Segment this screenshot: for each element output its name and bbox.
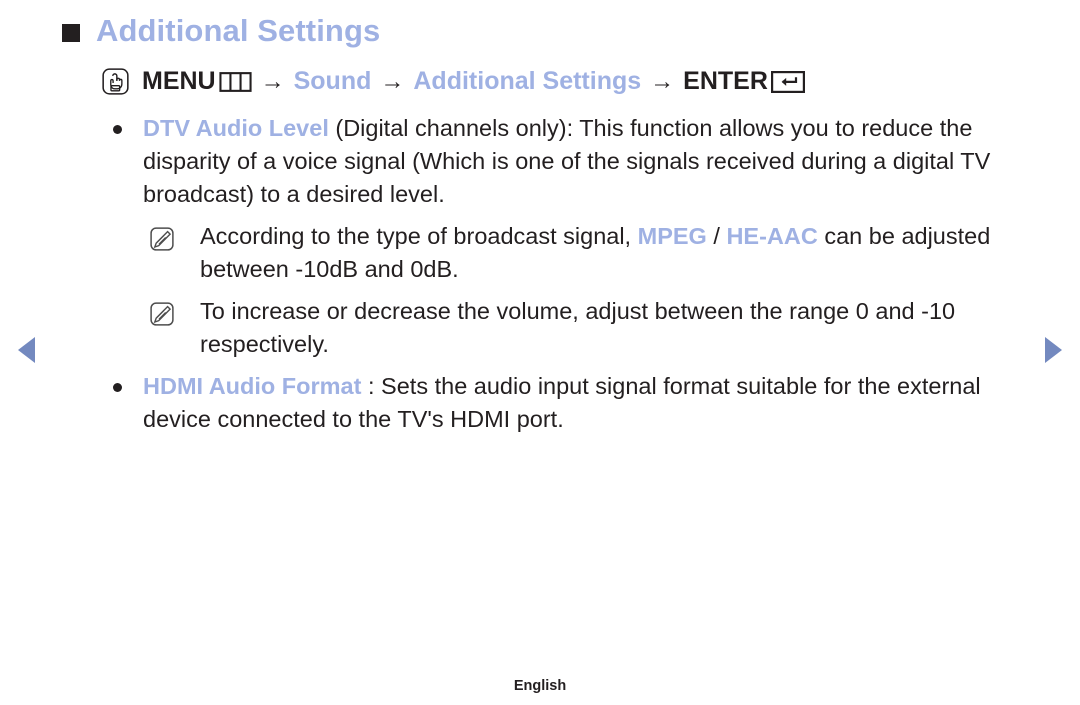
bullet-paragraph: DTV Audio Level (Digital channels only):… <box>143 112 1024 211</box>
list-item: According to the type of broadcast signa… <box>0 220 1080 286</box>
path-arrow-2: → <box>380 67 405 95</box>
page-title: Additional Settings <box>96 13 381 48</box>
term-label: DTV Audio Level <box>143 115 329 141</box>
term-label: HDMI Audio Format <box>143 373 362 399</box>
bullet-dot-icon <box>113 125 122 134</box>
footer-language-label: English <box>513 678 567 694</box>
next-page-arrow-icon[interactable] <box>1045 337 1062 363</box>
note-pencil-icon <box>150 302 174 326</box>
enter-label: ENTER <box>683 67 768 95</box>
remote-touch-icon <box>102 68 142 95</box>
list-item: HDMI Audio Format : Sets the audio input… <box>0 370 1080 436</box>
page-title-row: Additional Settings <box>62 13 381 48</box>
note-text-pre: To increase or decrease the volume, adju… <box>200 298 956 357</box>
path-item-additional-settings: Additional Settings <box>413 67 642 95</box>
list-item: DTV Audio Level (Digital channels only):… <box>0 112 1080 211</box>
note-pencil-icon <box>150 227 174 251</box>
enter-return-icon <box>768 70 805 93</box>
menu-label: MENU <box>142 67 216 95</box>
bullet-paragraph: HDMI Audio Format : Sets the audio input… <box>143 370 1024 436</box>
note-text-mid: / <box>706 223 727 249</box>
title-bullet-square <box>62 24 80 43</box>
bullet-dot-icon <box>113 383 122 392</box>
path-arrow-1: → <box>260 67 285 95</box>
path-arrow-3: → <box>650 67 675 95</box>
note-text-pre: According to the type of broadcast signa… <box>200 223 638 249</box>
menu-path-breadcrumb: MENU → Sound → Additional Settings → ENT… <box>102 68 805 95</box>
path-item-sound: Sound <box>293 67 372 95</box>
note-highlight-mpeg: MPEG <box>637 223 707 249</box>
content-area: DTV Audio Level (Digital channels only):… <box>0 112 1080 438</box>
note-paragraph: According to the type of broadcast signa… <box>200 220 1024 286</box>
list-item: To increase or decrease the volume, adju… <box>0 295 1080 361</box>
note-highlight-heaac: HE-AAC <box>726 223 818 249</box>
menu-grid-icon <box>216 71 252 92</box>
note-paragraph: To increase or decrease the volume, adju… <box>200 295 1024 361</box>
previous-page-arrow-icon[interactable] <box>18 337 35 363</box>
